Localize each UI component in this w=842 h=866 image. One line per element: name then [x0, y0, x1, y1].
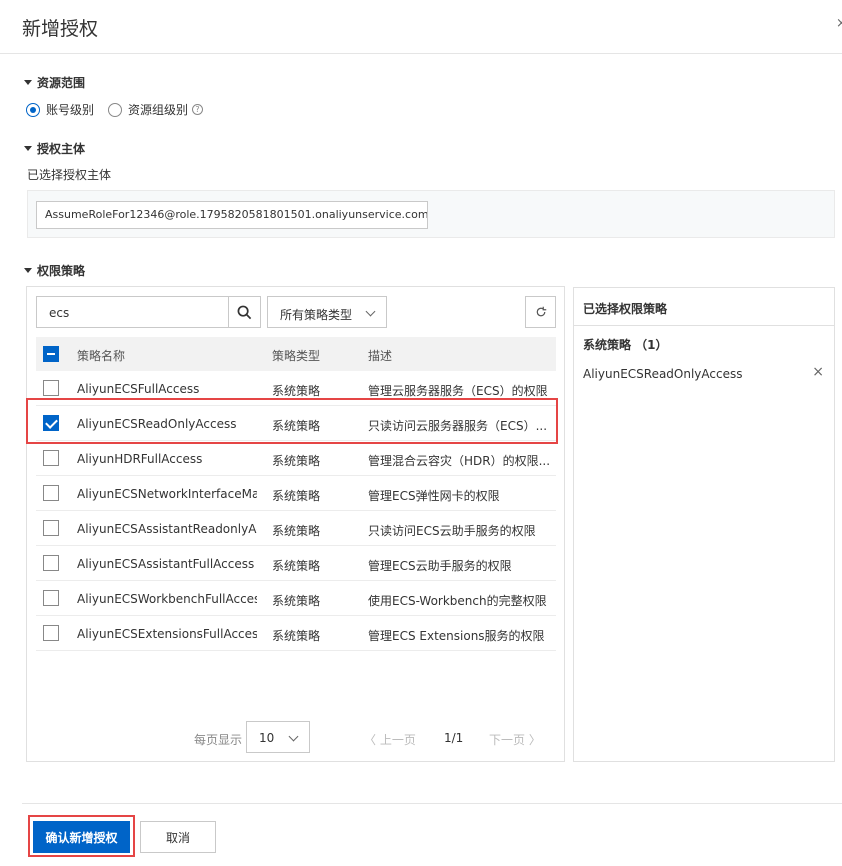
- column-header-type: 策略类型: [272, 349, 321, 363]
- prev-page-button[interactable]: 〈 上一页: [364, 731, 416, 748]
- policy-name: AliyunECSNetworkInterfaceMan...: [77, 487, 257, 501]
- caret-down-icon: [24, 80, 32, 85]
- selected-policy-item: AliyunECSReadOnlyAccess: [583, 367, 743, 381]
- row-checkbox[interactable]: [43, 450, 59, 466]
- policy-name: AliyunECSWorkbenchFullAccess: [77, 592, 257, 606]
- per-page-value: 10: [259, 731, 275, 745]
- search-icon: [237, 305, 252, 319]
- chevron-down-icon: [288, 731, 299, 742]
- policy-desc: 管理ECS云助手服务的权限: [368, 559, 512, 573]
- table-row[interactable]: AliyunECSWorkbenchFullAccess 系统策略 使用ECS-…: [36, 581, 556, 616]
- policy-name: AliyunECSExtensionsFullAccess: [77, 627, 257, 641]
- policy-desc: 只读访问ECS云助手服务的权限: [368, 524, 536, 538]
- per-page-select[interactable]: 10: [246, 721, 310, 753]
- policy-name: AliyunECSFullAccess: [77, 382, 200, 396]
- caret-down-icon: [24, 146, 32, 151]
- pagination: 每页显示 10 〈 上一页 1/1 下一页 〉: [27, 721, 566, 753]
- principal-box: AssumeRoleFor12346@role.1795820581801501…: [27, 190, 835, 238]
- table-row[interactable]: AliyunECSAssistantReadonlyAcc... 系统策略 只读…: [36, 511, 556, 546]
- radio-account-level-label[interactable]: 账号级别: [46, 101, 94, 118]
- policies-section-header[interactable]: 权限策略: [24, 262, 85, 279]
- search-button[interactable]: [228, 297, 260, 327]
- selected-group-label: 系统策略 （1）: [583, 338, 668, 352]
- table-header: 策略名称 策略类型 描述: [36, 337, 556, 371]
- dialog-title: 新增授权: [22, 18, 99, 40]
- selected-principal-label: 已选择授权主体: [27, 168, 112, 182]
- principal-section-title: 授权主体: [37, 142, 86, 156]
- radio-account-level[interactable]: [26, 102, 40, 117]
- policy-type: 系统策略: [272, 629, 321, 643]
- column-header-desc: 描述: [368, 349, 393, 363]
- policy-type: 系统策略: [272, 384, 321, 398]
- policy-type: 系统策略: [272, 524, 321, 538]
- policy-list-panel: ecs 所有策略类型 策略名称 策略类型 描述 AliyunECSFullAcc…: [26, 286, 565, 762]
- policies-section-title: 权限策略: [37, 264, 86, 278]
- selected-policies-title: 已选择权限策略: [574, 288, 834, 326]
- principal-section-header[interactable]: 授权主体: [24, 140, 85, 157]
- caret-down-icon: [24, 268, 32, 273]
- policy-type: 系统策略: [272, 454, 321, 468]
- policy-name: AliyunECSAssistantReadonlyAcc...: [77, 522, 257, 536]
- table-row[interactable]: AliyunECSAssistantFullAccess 系统策略 管理ECS云…: [36, 546, 556, 581]
- row-checkbox[interactable]: [43, 485, 59, 501]
- per-page-label: 每页显示: [194, 733, 243, 747]
- principal-input[interactable]: AssumeRoleFor12346@role.1795820581801501…: [36, 201, 428, 229]
- scope-section-header[interactable]: 资源范围: [24, 74, 85, 91]
- policy-name: AliyunECSAssistantFullAccess: [77, 557, 255, 571]
- refresh-button[interactable]: [525, 296, 556, 328]
- table-row[interactable]: AliyunECSExtensionsFullAccess 系统策略 管理ECS…: [36, 616, 556, 651]
- policy-type: 系统策略: [272, 594, 321, 608]
- row-checkbox[interactable]: [43, 380, 59, 396]
- refresh-icon: [536, 306, 546, 317]
- close-icon[interactable]: ×: [836, 16, 842, 31]
- policy-type: 系统策略: [272, 559, 321, 573]
- policy-search-input[interactable]: ecs: [49, 306, 69, 320]
- footer-divider: [22, 803, 842, 804]
- select-all-checkbox[interactable]: [43, 346, 59, 362]
- row-checkbox[interactable]: [43, 520, 59, 536]
- policy-search: ecs: [36, 296, 261, 328]
- policy-desc: 管理混合云容灾（HDR）的权限...: [368, 454, 550, 468]
- help-icon[interactable]: ?: [192, 104, 204, 115]
- table-row[interactable]: AliyunECSNetworkInterfaceMan... 系统策略 管理E…: [36, 476, 556, 511]
- policy-name: AliyunHDRFullAccess: [77, 452, 203, 466]
- next-page-button[interactable]: 下一页 〉: [489, 731, 541, 748]
- row-checkbox[interactable]: [43, 625, 59, 641]
- radio-resource-group-level[interactable]: [108, 102, 123, 117]
- policy-desc: 使用ECS-Workbench的完整权限: [368, 594, 547, 608]
- row-checkbox[interactable]: [43, 555, 59, 571]
- scope-radio-group: 账号级别 资源组级别 ?: [26, 101, 204, 118]
- confirm-add-authorization-button[interactable]: 确认新增授权: [33, 821, 130, 853]
- page-indicator: 1/1: [444, 731, 464, 745]
- radio-resource-group-level-label[interactable]: 资源组级别: [128, 101, 188, 118]
- column-header-name[interactable]: 策略名称: [77, 347, 125, 364]
- dialog-header: 新增授权 ×: [0, 0, 842, 54]
- cancel-button[interactable]: 取消: [140, 821, 216, 853]
- policy-desc: 管理云服务器服务（ECS）的权限: [368, 384, 548, 398]
- selected-policies-panel: 已选择权限策略 系统策略 （1） AliyunECSReadOnlyAccess…: [573, 287, 835, 762]
- scope-section-title: 资源范围: [37, 76, 86, 90]
- selected-row-highlight: [26, 398, 558, 444]
- policy-type: 系统策略: [272, 489, 321, 503]
- policy-desc: 管理ECS Extensions服务的权限: [368, 629, 545, 643]
- row-checkbox[interactable]: [43, 590, 59, 606]
- chevron-down-icon: [365, 306, 376, 317]
- policy-type-selected: 所有策略类型: [280, 308, 353, 322]
- policy-desc: 管理ECS弹性网卡的权限: [368, 489, 500, 503]
- policy-type-select[interactable]: 所有策略类型: [267, 296, 387, 328]
- remove-icon[interactable]: ×: [812, 364, 824, 380]
- table-row[interactable]: AliyunHDRFullAccess 系统策略 管理混合云容灾（HDR）的权限…: [36, 441, 556, 476]
